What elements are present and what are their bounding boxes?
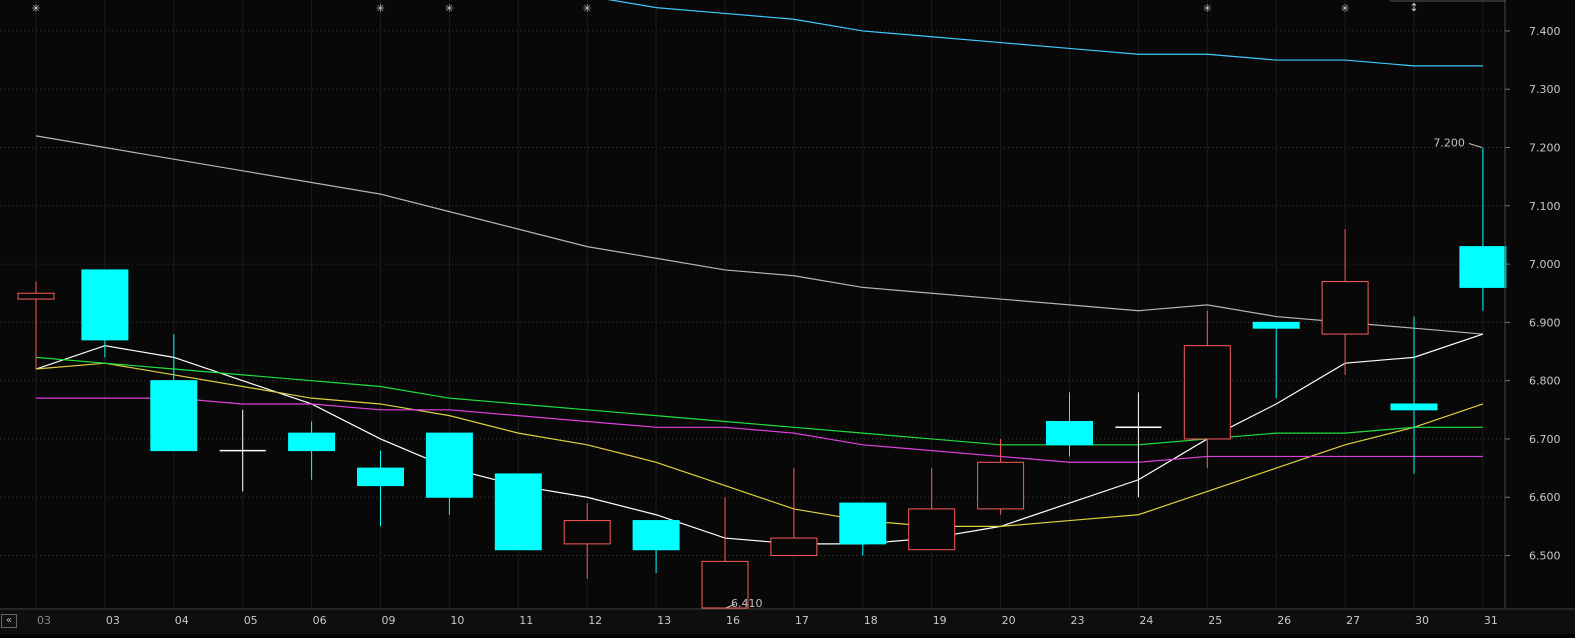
top-arrow-marker: ↕ <box>1409 1 1418 14</box>
grid-layer <box>0 0 1505 608</box>
x-tick-label: 16 <box>726 614 740 627</box>
moving-average-layer <box>35 0 1484 545</box>
top-event-marker: ✳ <box>445 2 454 15</box>
x-tick-label: 25 <box>1208 614 1222 627</box>
y-tick-label: 6.600 <box>1529 491 1561 504</box>
x-axis: 03 03 04 05 06 09 10 11 12 13 16 17 18 19 20 23 24 25 26 27… <box>0 608 1575 634</box>
candle-body <box>17 292 55 300</box>
top-event-marker: ✳ <box>31 2 40 15</box>
scroll-left-button[interactable]: « <box>1 614 17 628</box>
ma-line <box>35 362 1484 527</box>
annotation-label: 6.410 <box>731 597 763 610</box>
x-tick-label: 18 <box>864 614 878 627</box>
candle-body <box>1046 420 1093 446</box>
chart-canvas: 6.500 6.600 6.700 6.800 6.900 7.000 7.100 7.200… <box>0 0 1575 634</box>
candle-body <box>81 269 129 341</box>
ma-line <box>35 356 1483 446</box>
candle-body <box>1459 246 1507 288</box>
candle-body <box>150 380 198 452</box>
candle-body <box>977 461 1025 510</box>
candle-body <box>425 432 473 498</box>
x-tick-label: 11 <box>519 614 533 627</box>
y-tick-label: 7.000 <box>1529 258 1561 271</box>
x-tick-label: 27 <box>1346 614 1360 627</box>
candle-body <box>494 473 542 551</box>
candlestick-chart: 6.500 6.600 6.700 6.800 6.900 7.000 7.100 7.200… <box>0 0 1575 634</box>
candle-body <box>908 508 956 551</box>
top-event-marker: ✳ <box>1203 2 1212 15</box>
y-tick-label: 7.200 <box>1529 142 1561 155</box>
annotation-label: 7.200 <box>1433 137 1465 150</box>
x-tick-label: 31 <box>1484 614 1498 627</box>
ma-line <box>607 0 1483 67</box>
x-tick-label: 30 <box>1415 614 1429 627</box>
ma-line <box>35 135 1483 335</box>
candle-body <box>357 467 404 487</box>
x-tick-label: 12 <box>588 614 602 627</box>
candle-body <box>1321 281 1369 335</box>
x-tick-label: 26 <box>1277 614 1291 627</box>
candle-body <box>1183 345 1231 440</box>
x-tick-label: 06 <box>313 614 327 627</box>
candle-body <box>839 502 887 545</box>
y-tick-label: 7.100 <box>1529 200 1561 213</box>
x-tick-label: 23 <box>1071 614 1085 627</box>
x-tick-label: 05 <box>244 614 258 627</box>
ma-line <box>35 333 1484 545</box>
candle-body <box>632 520 680 551</box>
candle-body <box>1390 403 1438 411</box>
top-event-marker: ✳ <box>376 2 385 15</box>
top-event-marker: ✳ <box>1340 2 1349 15</box>
candle-body <box>563 520 611 545</box>
x-tick-label: 24 <box>1139 614 1153 627</box>
annotation-pointer <box>1468 143 1483 148</box>
candle-body <box>770 537 818 557</box>
candle-body <box>288 432 336 452</box>
y-tick-label: 6.700 <box>1529 433 1561 446</box>
top-marker-layer: ✳ ✳ ✳ ✳ ✳ ✳ ↕ <box>31 0 1506 15</box>
y-axis: 6.500 6.600 6.700 6.800 6.900 7.000 7.100 7.200… <box>1504 0 1561 608</box>
x-axis-band <box>0 610 1575 634</box>
x-tick-label: 13 <box>657 614 671 627</box>
y-tick-label: 6.500 <box>1529 550 1561 563</box>
x-tick-label: 20 <box>1002 614 1016 627</box>
x-tick-label: 03 <box>106 614 120 627</box>
x-tick-label: 09 <box>382 614 396 627</box>
x-tick-label: 17 <box>795 614 809 627</box>
x-tick-label: 04 <box>175 614 189 627</box>
x-tick-label: 03 <box>37 614 51 627</box>
y-tick-label: 7.400 <box>1529 25 1561 38</box>
candle-body <box>1252 321 1300 329</box>
top-event-marker: ✳ <box>583 2 592 15</box>
y-tick-label: 7.300 <box>1529 83 1561 96</box>
candle-layer <box>17 147 1507 609</box>
x-tick-label: 19 <box>933 614 947 627</box>
x-tick-label: 10 <box>450 614 464 627</box>
ma-line <box>36 397 1483 463</box>
y-tick-label: 6.900 <box>1529 316 1561 329</box>
y-tick-label: 6.800 <box>1529 375 1561 388</box>
